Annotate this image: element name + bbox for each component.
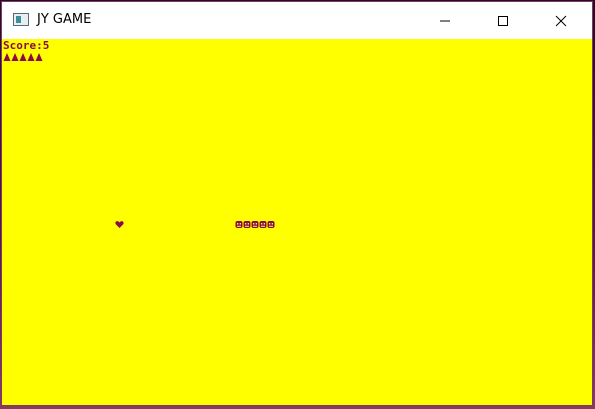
snake-segment (251, 221, 259, 228)
window-title: JY GAME (37, 12, 92, 27)
close-icon (555, 15, 567, 26)
title-bar[interactable]: JY GAME (2, 2, 592, 39)
game-canvas[interactable]: Score:5 (2, 39, 592, 405)
triangle-icon (35, 53, 43, 61)
snake-segment (235, 221, 243, 228)
maximize-icon (498, 15, 508, 26)
heart-icon (115, 221, 124, 228)
lives-indicator (3, 52, 43, 62)
triangle-icon (3, 53, 11, 61)
minimize-icon (440, 20, 450, 21)
close-button[interactable] (538, 2, 584, 39)
app-window-icon (13, 13, 29, 26)
triangle-icon (19, 53, 27, 61)
snake-segment (243, 221, 251, 228)
snake-segment (267, 221, 275, 228)
game-window: JY GAME Score:5 (1, 1, 593, 406)
minimize-button[interactable] (422, 2, 468, 39)
score-label: Score:5 (3, 39, 50, 52)
maximize-button[interactable] (480, 2, 526, 39)
triangle-icon (27, 53, 35, 61)
snake-body (235, 220, 275, 229)
snake-segment (259, 221, 267, 228)
triangle-icon (11, 53, 19, 61)
